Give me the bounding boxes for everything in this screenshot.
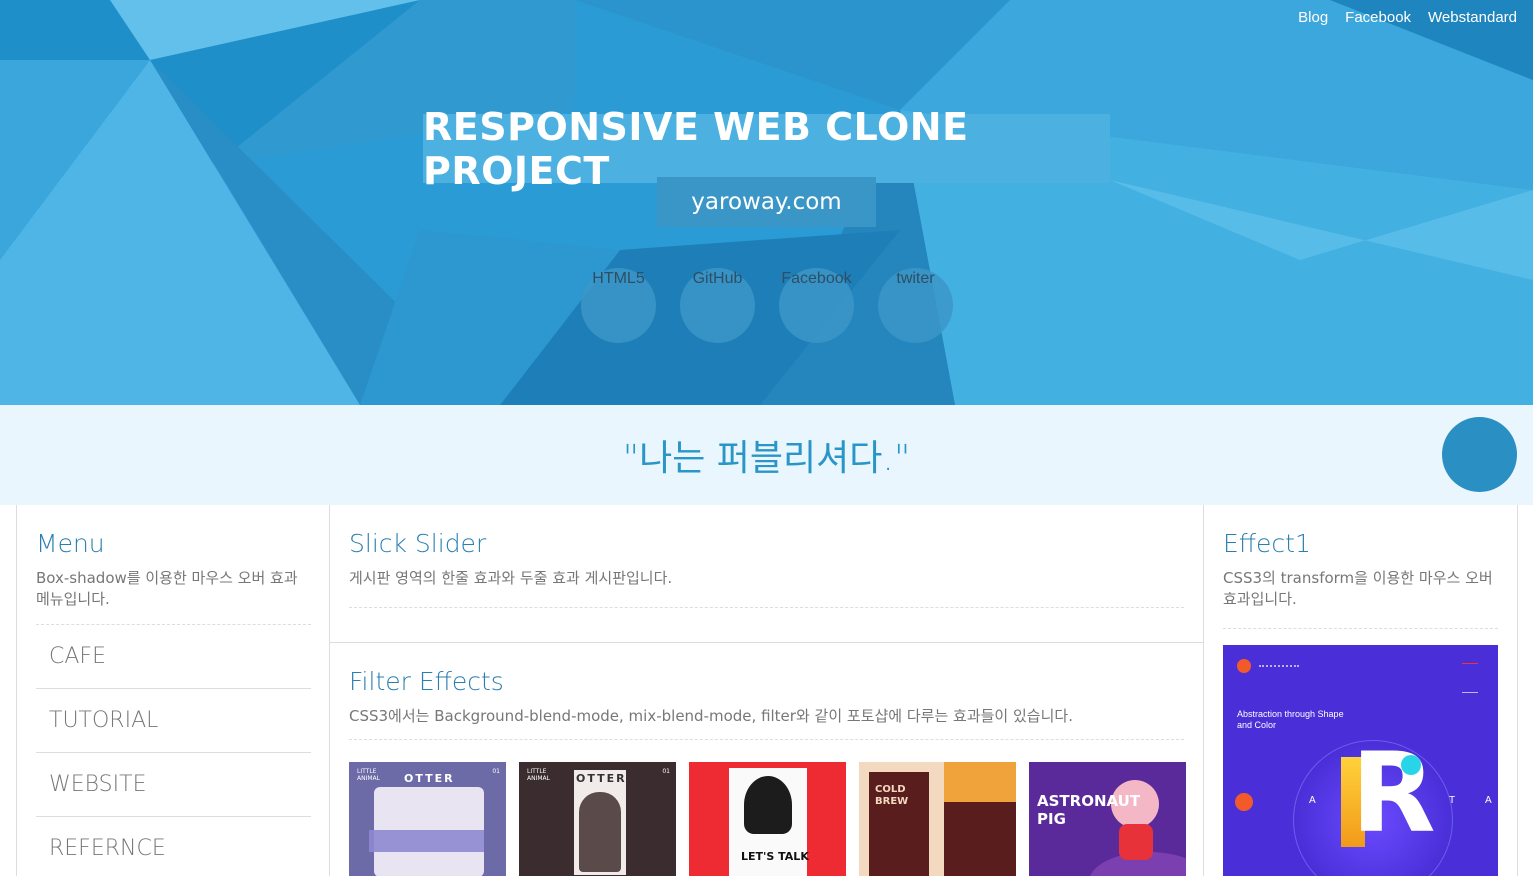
poster-illustration [744, 776, 792, 834]
filter-thumbnails: LITTLE ANIMAL 01 OTTER LITTLE ANIMAL 01 … [349, 762, 1186, 876]
filter-thumb-5[interactable]: ASTRONAUT PIG [1029, 762, 1186, 876]
filter-title: Filter Effects [349, 667, 504, 696]
thumb-word: ASTRONAUT PIG [1037, 792, 1141, 828]
thumb-word: LET'S TALK [741, 850, 809, 863]
big-letter: R [1351, 729, 1436, 857]
section-divider [330, 642, 1203, 643]
menu-item-label: WEBSITE [49, 772, 147, 797]
filter-thumb-2[interactable]: LITTLE ANIMAL 01 OTTER [519, 762, 676, 876]
circle-nav-twitter[interactable]: twiter [878, 268, 953, 343]
side-letter-left: A [1309, 795, 1316, 806]
thumb-word: OTTER [576, 772, 627, 785]
title-box: RESPONSIVE WEB CLONE PROJECT [423, 105, 1110, 193]
effect-title: Effect1 [1223, 529, 1311, 558]
menu-item-cafe[interactable]: CAFE [36, 625, 311, 689]
top-link-webstandard[interactable]: Webstandard [1428, 9, 1517, 26]
menu-title: Menu [36, 529, 105, 558]
thumb-caption: LITTLE ANIMAL [527, 768, 550, 782]
brew-panel-right [944, 802, 1016, 876]
circle-label: GitHub [692, 270, 743, 287]
menu-item-label: REFERNCE [49, 836, 166, 861]
orange-dot [1235, 793, 1253, 811]
circle-nav-html5[interactable]: HTML5 [581, 268, 656, 343]
image-heading: Abstraction through Shape and Color [1237, 709, 1344, 730]
top-link-facebook[interactable]: Facebook [1345, 9, 1411, 26]
thumb-word: OTTER [404, 772, 455, 785]
thumb-word: COLD BREW [875, 784, 909, 807]
quote-text: "나는 퍼블리셔다." [622, 438, 911, 479]
otter-illustration [579, 792, 621, 872]
menu-item-tutorial[interactable]: TUTORIAL [36, 689, 311, 753]
menu-column: Menu Box-shadow를 이용한 마우스 오버 효과 메뉴입니다. CA… [16, 505, 330, 876]
top-links: Blog Facebook Webstandard [1298, 9, 1517, 26]
side-letter-right: A [1485, 795, 1492, 806]
side-letter-mid: T [1449, 795, 1456, 806]
content-column: Slick Slider 게시판 영역의 한줄 효과와 두줄 효과 게시판입니다… [329, 505, 1204, 876]
circle-nav-facebook[interactable]: Facebook [779, 268, 854, 343]
filter-thumb-4[interactable]: COLD BREW [859, 762, 1016, 876]
effect-column: Effect1 CSS3의 transform을 이용한 마우스 오버효과입니다… [1203, 505, 1518, 876]
menu-item-label: CAFE [49, 644, 106, 669]
filter-thumb-1[interactable]: LITTLE ANIMAL 01 OTTER [349, 762, 506, 876]
filter-desc: CSS3에서는 Background-blend-mode, mix-blend… [349, 706, 1184, 740]
site-domain: yaroway.com [691, 189, 842, 215]
circle-nav-github[interactable]: GitHub [680, 268, 755, 343]
menu-desc: Box-shadow를 이용한 마우스 오버 효과 메뉴입니다. [36, 568, 311, 625]
circle-label: Facebook [781, 270, 852, 287]
thumb-number: 01 [492, 768, 500, 775]
thumb-overlay [369, 830, 484, 852]
circle-label: HTML5 [592, 270, 645, 287]
slick-title: Slick Slider [349, 529, 487, 558]
thumb-number: 01 [662, 768, 670, 775]
menu-item-refernce[interactable]: REFERNCE [36, 817, 311, 876]
slick-slider-section: Slick Slider 게시판 영역의 한줄 효과와 두줄 효과 게시판입니다… [349, 529, 1184, 608]
nav-dots [1259, 665, 1299, 667]
hero-header: Blog Facebook Webstandard RESPONSIVE WEB… [0, 0, 1533, 405]
menu-item-website[interactable]: WEBSITE [36, 753, 311, 817]
thumb-caption: LITTLE ANIMAL [357, 768, 380, 782]
logo-dot [1237, 659, 1251, 673]
filter-thumb-3[interactable]: LET'S TALK [689, 762, 846, 876]
circle-nav: HTML5 GitHub Facebook twiter [581, 268, 953, 343]
menu-list: CAFE TUTORIAL WEBSITE REFERNCE [36, 625, 311, 876]
quote-bar: "나는 퍼블리셔다." [0, 405, 1533, 505]
menu-item-label: TUTORIAL [49, 708, 159, 733]
cyan-dot [1401, 755, 1421, 775]
effect-preview-image[interactable]: Abstraction through Shape and Color A T … [1223, 645, 1498, 876]
pig-suit [1119, 824, 1153, 860]
effect-desc: CSS3의 transform을 이용한 마우스 오버효과입니다. [1223, 568, 1498, 629]
side-menu-lines [1462, 663, 1478, 693]
subtitle-box[interactable]: yaroway.com [657, 177, 876, 227]
filter-effects-section: Filter Effects CSS3에서는 Background-blend-… [349, 667, 1184, 740]
floating-circle-button[interactable] [1442, 417, 1517, 492]
top-link-blog[interactable]: Blog [1298, 9, 1328, 26]
slick-desc: 게시판 영역의 한줄 효과와 두줄 효과 게시판입니다. [349, 568, 1184, 608]
circle-label: twiter [896, 270, 935, 287]
